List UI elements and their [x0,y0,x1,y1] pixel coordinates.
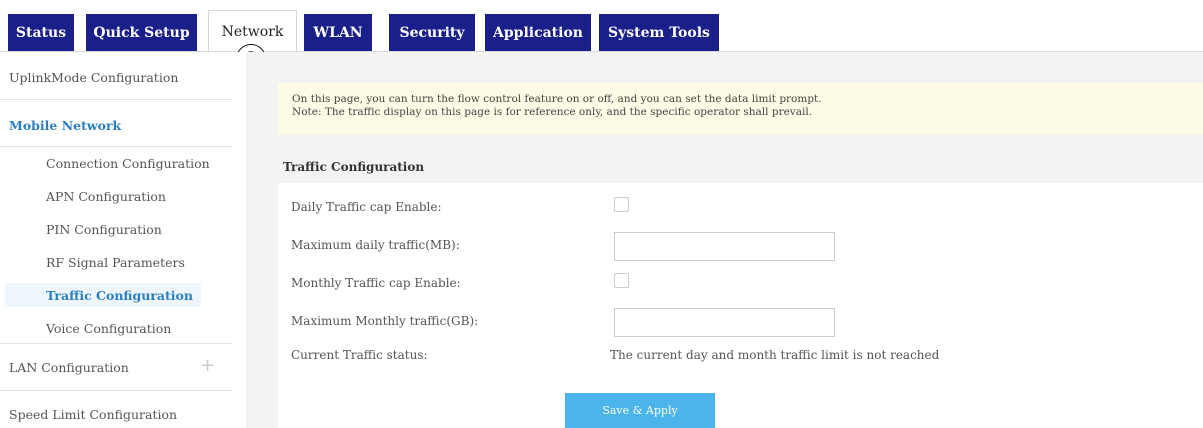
sidebar-item-uplink-mode[interactable]: UplinkMode Configuration [9,70,178,85]
sidebar-divider [0,99,232,100]
tab-wlan[interactable]: WLAN [304,14,372,51]
sidebar-subitem-rf-signal[interactable]: RF Signal Parameters [46,255,185,270]
top-nav: Status Quick Setup Network WLAN Security… [0,0,1203,52]
sidebar-subitem-pin[interactable]: PIN Configuration [46,222,162,237]
sidebar-divider [0,343,232,344]
sidebar-divider [0,146,232,147]
monthly-cap-enable-checkbox[interactable] [614,273,629,288]
daily-cap-enable-checkbox[interactable] [614,197,629,212]
sidebar-item-lan[interactable]: LAN Configuration [9,360,129,375]
notice-line-1: On this page, you can turn the flow cont… [292,93,822,105]
save-apply-button[interactable]: Save & Apply [565,393,715,428]
sidebar-divider [0,390,232,391]
tab-quick-setup[interactable]: Quick Setup [86,14,197,51]
sidebar-item-mobile-network[interactable]: Mobile Network [9,118,121,133]
form-panel [278,183,1203,428]
max-daily-traffic-label: Maximum daily traffic(MB): [291,238,460,252]
current-traffic-status-label: Current Traffic status: [291,348,428,362]
tab-security[interactable]: Security [389,14,475,51]
daily-cap-enable-label: Daily Traffic cap Enable: [291,200,442,214]
max-daily-traffic-input[interactable] [614,232,835,261]
sidebar-subitem-connection[interactable]: Connection Configuration [46,156,210,171]
sidebar-subitem-apn[interactable]: APN Configuration [46,189,166,204]
expand-plus-icon[interactable]: + [200,355,215,376]
tab-application[interactable]: Application [485,14,591,51]
monthly-cap-enable-label: Monthly Traffic cap Enable: [291,276,461,290]
info-notice: On this page, you can turn the flow cont… [278,83,1203,134]
current-traffic-status-value: The current day and month traffic limit … [610,348,940,362]
notice-line-2: Note: The traffic display on this page i… [292,106,813,119]
max-monthly-traffic-label: Maximum Monthly traffic(GB): [291,314,479,328]
max-monthly-traffic-input[interactable] [614,308,835,337]
sidebar-item-speed-limit[interactable]: Speed Limit Configuration [9,407,177,422]
sidebar: UplinkMode Configuration Mobile Network … [0,52,246,428]
tab-system-tools[interactable]: System Tools [599,14,719,51]
sidebar-subitem-traffic[interactable]: Traffic Configuration [46,288,193,303]
tab-status[interactable]: Status [8,14,74,51]
sidebar-subitem-voice[interactable]: Voice Configuration [46,321,171,336]
section-title: Traffic Configuration [283,160,425,174]
